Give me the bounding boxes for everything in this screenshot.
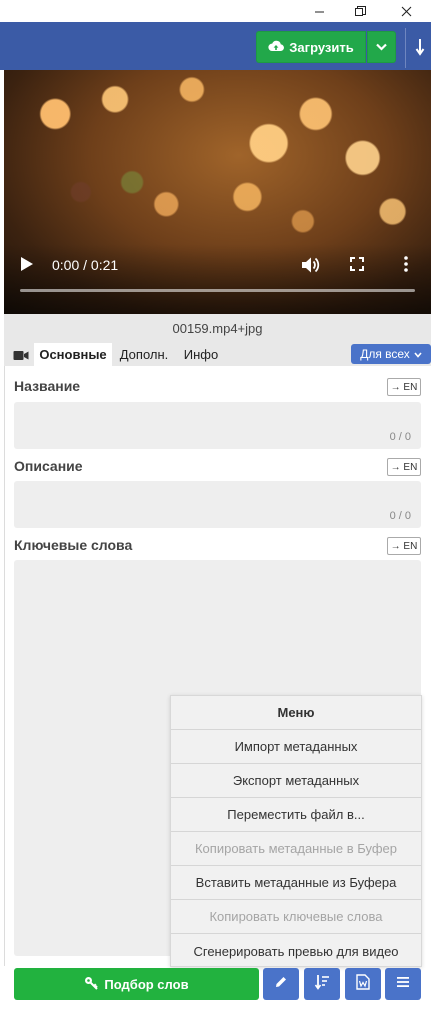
cloud-upload-icon — [268, 39, 285, 55]
tab-additional[interactable]: Дополн. — [114, 343, 174, 366]
chevron-down-icon — [414, 347, 422, 361]
description-counter: 0 / 0 — [389, 510, 411, 522]
upload-button-label: Загрузить — [289, 39, 354, 55]
restore-icon[interactable] — [346, 0, 374, 22]
title-counter: 0 / 0 — [389, 431, 411, 443]
pencil-icon — [274, 975, 288, 994]
pick-words-label: Подбор слов — [104, 976, 189, 992]
tab-main[interactable]: Основные — [34, 343, 112, 366]
sort-button[interactable] — [304, 968, 340, 1000]
menu-title: Меню — [171, 696, 421, 730]
upload-dropdown-button[interactable] — [367, 31, 396, 63]
title-bar — [0, 0, 431, 22]
header-divider — [405, 28, 406, 68]
scope-dropdown[interactable]: Для всех — [351, 344, 431, 364]
menu-item-move-file[interactable]: Переместить файл в... — [171, 798, 421, 832]
scope-dropdown-label: Для всех — [360, 347, 410, 361]
upload-button[interactable]: Загрузить — [256, 31, 366, 63]
description-label: Описание — [14, 458, 83, 474]
video-time: 0:00 / 0:21 — [52, 257, 119, 273]
volume-icon[interactable] — [301, 256, 321, 274]
translate-keywords-button[interactable]: → EN — [387, 537, 421, 555]
tab-bar: Основные Дополн. Инфо Для всех — [4, 342, 431, 366]
word-export-button[interactable] — [345, 968, 381, 1000]
video-camera-icon — [8, 344, 34, 366]
context-menu: Меню Импорт метаданных Экспорт метаданны… — [170, 695, 422, 967]
key-icon — [84, 976, 99, 993]
chevron-down-icon — [376, 38, 387, 56]
word-document-icon — [356, 973, 370, 995]
menu-item-export-metadata[interactable]: Экспорт метаданных — [171, 764, 421, 798]
app-window: Загрузить 0:00 / 0:21 00159.mp4+jpg Осно… — [0, 0, 431, 1010]
translate-description-button[interactable]: → EN — [387, 458, 421, 476]
menu-button[interactable] — [385, 968, 421, 1000]
edit-button[interactable] — [263, 968, 299, 1000]
tab-main-label: Основные — [39, 347, 107, 362]
video-seek-bar[interactable] — [20, 289, 415, 292]
description-field[interactable]: 0 / 0 — [14, 481, 421, 528]
translate-title-button[interactable]: → EN — [387, 378, 421, 396]
menu-item-paste-metadata[interactable]: Вставить метаданные из Буфера — [171, 866, 421, 900]
file-name: 00159.mp4+jpg — [172, 320, 263, 336]
sort-icon — [314, 974, 330, 995]
menu-item-copy-keywords[interactable]: Копировать ключевые слова — [171, 900, 421, 934]
top-toolbar: Загрузить — [0, 22, 431, 70]
arrow-down-icon[interactable] — [410, 34, 430, 60]
tab-additional-label: Дополн. — [119, 347, 169, 362]
tab-info-label: Инфо — [183, 347, 219, 362]
video-controls-shade — [4, 244, 431, 314]
menu-item-copy-metadata[interactable]: Копировать метаданные в Буфер — [171, 832, 421, 866]
fullscreen-icon[interactable] — [350, 257, 366, 273]
close-icon[interactable] — [392, 0, 420, 22]
pick-words-button[interactable]: Подбор слов — [14, 968, 259, 1000]
play-icon[interactable] — [20, 256, 36, 274]
more-options-icon[interactable] — [403, 256, 411, 274]
hamburger-menu-icon — [396, 975, 410, 993]
video-player[interactable]: 0:00 / 0:21 — [4, 70, 431, 314]
title-label: Название — [14, 378, 81, 394]
keywords-label: Ключевые слова — [14, 537, 133, 553]
menu-item-import-metadata[interactable]: Импорт метаданных — [171, 730, 421, 764]
tab-info[interactable]: Инфо — [178, 343, 224, 366]
title-field[interactable]: 0 / 0 — [14, 402, 421, 449]
file-name-bar: 00159.mp4+jpg — [4, 314, 431, 342]
panel-border — [4, 366, 5, 966]
minimize-icon[interactable] — [305, 0, 333, 22]
menu-item-generate-preview[interactable]: Сгенерировать превью для видео — [171, 934, 421, 968]
